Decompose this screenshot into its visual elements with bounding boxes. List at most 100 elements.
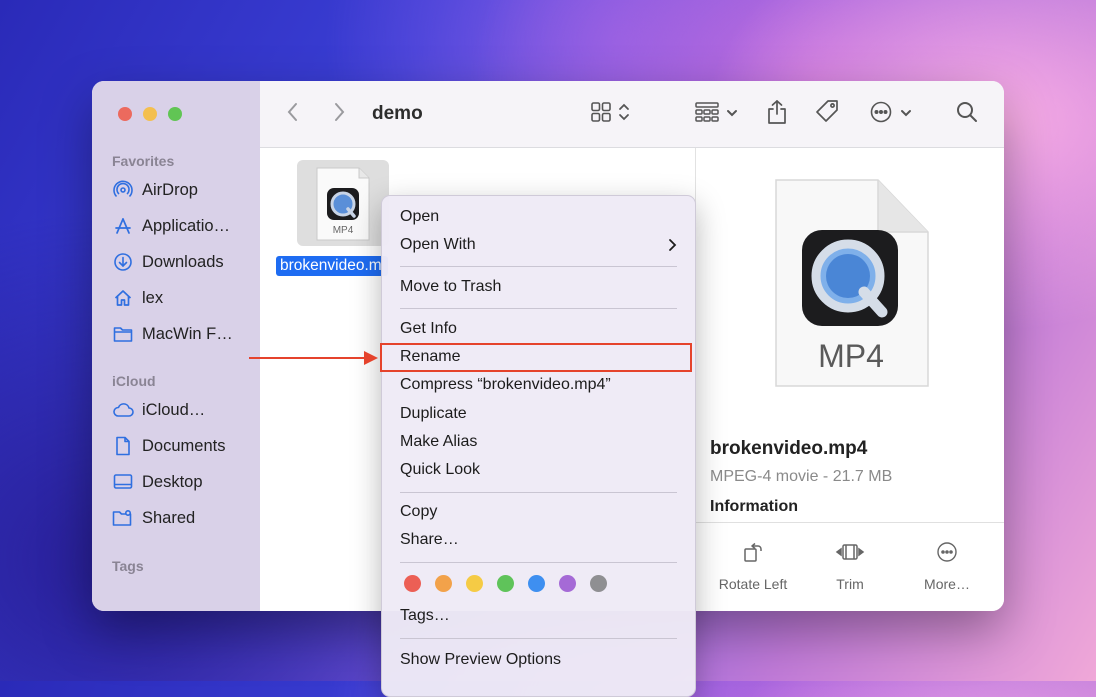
window-title: demo — [372, 103, 423, 124]
desktop-icon — [112, 471, 134, 493]
group-icon — [694, 101, 720, 128]
sidebar: Favorites AirDrop Applicatio… Downloads … — [92, 81, 261, 611]
sidebar-item-shared[interactable]: Shared — [112, 504, 195, 532]
file-name-label[interactable]: brokenvideo.m — [276, 256, 388, 276]
menu-item-open[interactable]: Open — [400, 204, 677, 230]
preview-file-icon: MP4 — [768, 174, 934, 390]
preview-divider — [696, 522, 1004, 523]
menu-item-label: Open With — [400, 236, 476, 253]
downloads-icon — [112, 251, 134, 273]
rotate-left-label: Rotate Left — [718, 576, 788, 592]
sidebar-heading-favorites: Favorites — [112, 153, 175, 169]
toolbar: demo — [260, 81, 1004, 148]
more-preview-label: More… — [924, 576, 970, 592]
sidebar-item-home[interactable]: lex — [112, 284, 163, 312]
chevron-down-icon — [726, 105, 738, 123]
rotate-left-icon — [742, 541, 764, 566]
preview-info-heading: Information — [710, 498, 798, 515]
preview-file-name: brokenvideo.mp4 — [710, 438, 868, 459]
menu-item-compress[interactable]: Compress “brokenvideo.mp4” — [400, 372, 677, 398]
menu-item-tags[interactable]: Tags… — [400, 603, 677, 629]
sidebar-item-icloud-drive[interactable]: iCloud… — [112, 396, 205, 424]
tag-icon — [814, 99, 840, 130]
share-icon — [766, 99, 788, 130]
tag-color-yellow[interactable] — [466, 575, 483, 592]
tag-color-orange[interactable] — [435, 575, 452, 592]
menu-item-share[interactable]: Share… — [400, 527, 677, 553]
sidebar-heading-icloud: iCloud — [112, 373, 156, 389]
sidebar-item-label: lex — [142, 288, 164, 307]
airdrop-icon — [112, 179, 134, 201]
close-window-button[interactable] — [118, 107, 132, 121]
sidebar-item-desktop[interactable]: Desktop — [112, 468, 203, 496]
menu-separator — [400, 266, 677, 267]
menu-item-quick-look[interactable]: Quick Look — [400, 457, 677, 483]
chevron-right-icon — [332, 101, 346, 128]
tag-color-purple[interactable] — [559, 575, 576, 592]
forward-button[interactable] — [332, 99, 346, 129]
ellipsis-circle-icon — [936, 541, 958, 566]
sidebar-item-label: Desktop — [142, 472, 203, 491]
sidebar-item-macwin[interactable]: MacWin F… — [112, 320, 233, 348]
menu-item-show-preview-options[interactable]: Show Preview Options — [400, 647, 677, 673]
tag-color-gray[interactable] — [590, 575, 607, 592]
sidebar-item-label: iCloud… — [142, 400, 206, 419]
preview-file-kind: MPEG-4 movie - 21.7 MB — [710, 468, 893, 485]
search-button[interactable] — [956, 99, 978, 129]
trim-label: Trim — [836, 576, 864, 592]
menu-separator — [400, 562, 677, 563]
menu-separator — [400, 638, 677, 639]
tag-color-green[interactable] — [497, 575, 514, 592]
chevron-right-icon — [667, 232, 677, 267]
tag-color-red[interactable] — [404, 575, 421, 592]
file-icon[interactable]: MP4 — [297, 160, 389, 246]
more-actions-button[interactable] — [870, 99, 912, 129]
annotation-arrow-head — [364, 351, 378, 365]
context-menu: Open Open With Move to Trash Get Info Re… — [381, 195, 696, 697]
sidebar-item-label: Documents — [142, 436, 226, 455]
share-button[interactable] — [766, 99, 788, 129]
ellipsis-circle-icon — [870, 101, 892, 128]
menu-item-duplicate[interactable]: Duplicate — [400, 401, 677, 427]
back-button[interactable] — [286, 99, 300, 129]
tag-button[interactable] — [814, 99, 840, 129]
view-mode-button[interactable] — [590, 99, 630, 129]
document-icon — [112, 435, 134, 457]
trim-icon — [835, 542, 865, 565]
sidebar-item-label: Applicatio… — [142, 216, 231, 235]
grid-view-icon — [590, 101, 612, 128]
menu-separator — [400, 308, 677, 309]
sidebar-item-applications[interactable]: Applicatio… — [112, 212, 230, 240]
sidebar-item-label: Shared — [142, 508, 196, 527]
menu-item-get-info[interactable]: Get Info — [400, 316, 677, 342]
sidebar-item-downloads[interactable]: Downloads — [112, 248, 224, 276]
chevron-updown-icon — [618, 102, 630, 127]
chevron-left-icon — [286, 101, 300, 128]
chevron-down-icon — [900, 105, 912, 123]
more-preview-button[interactable]: More… — [897, 538, 997, 592]
menu-item-open-with[interactable]: Open With — [400, 232, 677, 258]
sidebar-item-label: AirDrop — [142, 180, 198, 199]
menu-item-move-to-trash[interactable]: Move to Trash — [400, 274, 677, 300]
folder-icon — [112, 323, 134, 345]
group-button[interactable] — [694, 99, 738, 129]
menu-item-copy[interactable]: Copy — [400, 499, 677, 525]
preview-pane: MP4 brokenvideo.mp4 MPEG-4 movie - 21.7 … — [695, 148, 1004, 611]
shared-folder-icon — [112, 507, 134, 529]
zoom-window-button[interactable] — [168, 107, 182, 121]
sidebar-item-documents[interactable]: Documents — [112, 432, 225, 460]
tag-color-blue[interactable] — [528, 575, 545, 592]
cloud-icon — [112, 399, 134, 421]
menu-separator — [400, 492, 677, 493]
file-type-badge: MP4 — [332, 225, 354, 236]
applications-icon — [112, 215, 134, 237]
menu-item-make-alias[interactable]: Make Alias — [400, 429, 677, 455]
preview-type-badge: MP4 — [818, 338, 884, 374]
rotate-left-button[interactable]: Rotate Left — [703, 538, 803, 592]
trim-button[interactable]: Trim — [800, 538, 900, 592]
sidebar-item-airdrop[interactable]: AirDrop — [112, 176, 198, 204]
sidebar-heading-tags: Tags — [112, 558, 144, 574]
search-icon — [956, 101, 978, 128]
annotation-arrow-line — [249, 357, 367, 359]
minimize-window-button[interactable] — [143, 107, 157, 121]
